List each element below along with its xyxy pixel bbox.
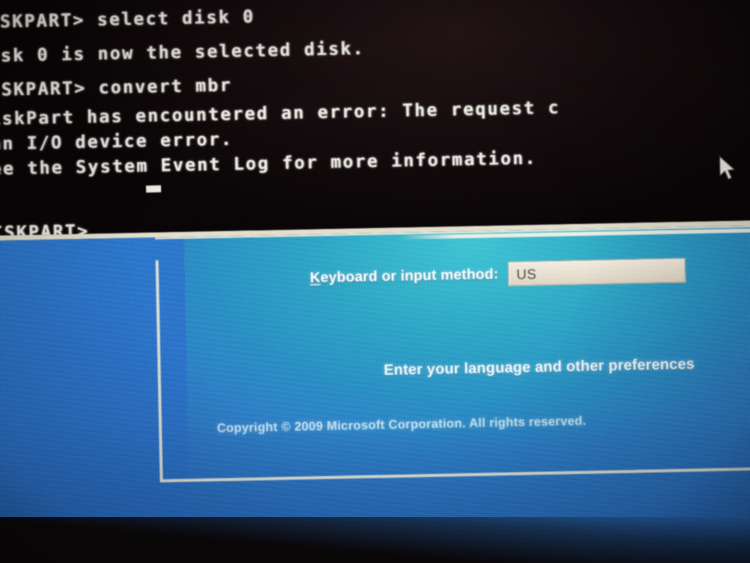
diskpart-console-window[interactable]: There are no volumes. DISKPART> select d…: [0, 0, 750, 242]
keyboard-label-text: eyboard or input method:: [320, 266, 499, 286]
console-text-cursor: [145, 185, 162, 193]
keyboard-label-accelerator: K: [309, 269, 321, 286]
console-line-select-disk: DISKPART> select disk 0: [0, 7, 255, 33]
monitor-photo-screen: Keyboard or input method: US Enter your …: [0, 0, 750, 563]
keyboard-input-method-label: Keyboard or input method:: [310, 266, 499, 286]
screen-tilt-wrapper: Keyboard or input method: US Enter your …: [0, 0, 750, 563]
mouse-cursor-icon: [718, 154, 736, 181]
console-line-disk-selected: Disk 0 is now the selected disk.: [0, 39, 365, 67]
console-line-convert-mbr: DISKPART> convert mbr: [0, 75, 233, 101]
keyboard-input-method-dropdown[interactable]: US: [507, 257, 686, 287]
console-prompt: DISKPART>: [0, 221, 90, 242]
console-output-text: There are no volumes. DISKPART> select d…: [0, 0, 750, 241]
keyboard-input-method-value: US: [516, 265, 537, 282]
